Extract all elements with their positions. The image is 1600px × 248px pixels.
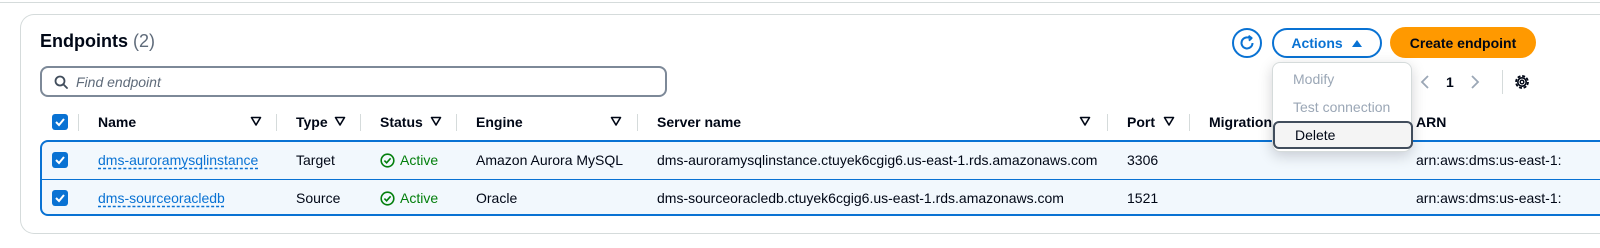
menu-item-label: Delete [1295,127,1336,143]
column-header-server-name[interactable]: Server name [657,106,1091,138]
check-circle-icon [380,190,395,206]
cell-arn: arn:aws:dms:us-east-1: [1416,190,1562,206]
table-row[interactable]: dms-sourceoracledb Source Active Oracle … [42,179,1600,214]
column-status-label: Status [380,114,423,130]
actions-dropdown-button[interactable]: Actions [1272,28,1382,58]
cell-type: Target [296,152,335,168]
actions-menu: Modify Test connection Delete [1272,62,1413,152]
column-divider [637,114,638,131]
sort-icon [1163,116,1175,126]
cell-port: 1521 [1127,190,1159,206]
search-field[interactable] [40,66,667,97]
cell-status: Active [380,142,438,178]
status-badge: Active [380,152,438,168]
status-badge: Active [380,190,438,206]
column-migration-label: Migration [1209,114,1272,130]
column-type-label: Type [296,114,328,130]
cell-name[interactable]: dms-sourceoracledb [98,180,225,214]
column-divider [78,114,79,131]
column-divider [276,114,277,131]
search-icon [54,75,68,89]
cell-port: 3306 [1127,152,1159,168]
column-divider [1107,114,1108,131]
check-icon [55,156,65,165]
menu-item-label: Modify [1293,71,1335,87]
row-checkbox[interactable] [52,180,68,214]
row-checkbox[interactable] [52,142,68,178]
sort-icon [250,116,262,126]
column-divider [1189,114,1190,131]
cell-type: Source [296,190,341,206]
column-header-arn[interactable]: ARN [1416,106,1446,138]
status-text: Active [400,190,439,206]
check-circle-icon [380,152,395,168]
column-divider [456,114,457,131]
status-text: Active [400,152,439,168]
column-server-name-label: Server name [657,114,742,130]
menu-item-delete[interactable]: Delete [1273,121,1413,149]
column-header-name[interactable]: Name [98,106,262,138]
top-divider [0,2,1600,3]
endpoint-name-link[interactable]: dms-auroramysqlinstance [98,152,258,168]
cell-arn: arn:aws:dms:us-east-1: [1416,152,1562,168]
column-name-label: Name [98,114,137,130]
endpoint-count: (2) [133,31,156,51]
select-all-check[interactable] [52,114,68,130]
page-title: Endpoints (2) [40,31,155,52]
caret-up-icon [1351,40,1362,47]
cell-name[interactable]: dms-auroramysqlinstance [98,142,258,178]
column-header-engine[interactable]: Engine [476,106,622,138]
pager-divider [1502,70,1503,94]
select-all-checkbox[interactable] [52,106,68,138]
cell-status: Active [380,180,438,214]
menu-item-test-connection: Test connection [1273,93,1413,121]
create-endpoint-button[interactable]: Create endpoint [1390,27,1536,58]
menu-item-label: Test connection [1293,99,1391,115]
column-header-type[interactable]: Type [296,106,346,138]
endpoint-name-link[interactable]: dms-sourceoracledb [98,190,225,206]
cell-engine: Amazon Aurora MySQL [476,152,624,168]
cell-server-name: dms-sourceoracledb.ctuyek6cgig6.us-east-… [657,190,1064,206]
sort-icon [430,116,442,126]
row-check[interactable] [52,190,68,206]
check-icon [55,194,65,203]
title-text: Endpoints [40,31,128,51]
check-icon [55,118,65,127]
row-check[interactable] [52,152,68,168]
menu-item-modify: Modify [1273,65,1413,93]
chevron-right-icon[interactable] [1470,75,1480,89]
actions-label: Actions [1291,35,1343,51]
search-input[interactable] [76,73,636,90]
column-header-migration[interactable]: Migration [1209,106,1272,138]
column-divider [360,114,361,131]
page-number[interactable]: 1 [1446,74,1454,90]
chevron-left-icon[interactable] [1420,75,1430,89]
cell-engine: Oracle [476,190,518,206]
sort-icon [334,116,346,126]
refresh-button[interactable] [1232,28,1262,58]
cell-server-name: dms-auroramysqlinstance.ctuyek6cgig6.us-… [657,152,1098,168]
pagination: 1 [1420,66,1480,98]
column-header-port[interactable]: Port [1127,106,1175,138]
column-arn-label: ARN [1416,114,1447,130]
sort-icon [610,116,622,126]
column-port-label: Port [1127,114,1155,130]
sort-icon [1079,116,1091,126]
column-engine-label: Engine [476,114,523,130]
create-endpoint-label: Create endpoint [1409,34,1517,51]
refresh-icon [1240,34,1254,50]
settings-gear-icon[interactable] [1512,72,1532,92]
column-header-status[interactable]: Status [380,106,442,138]
